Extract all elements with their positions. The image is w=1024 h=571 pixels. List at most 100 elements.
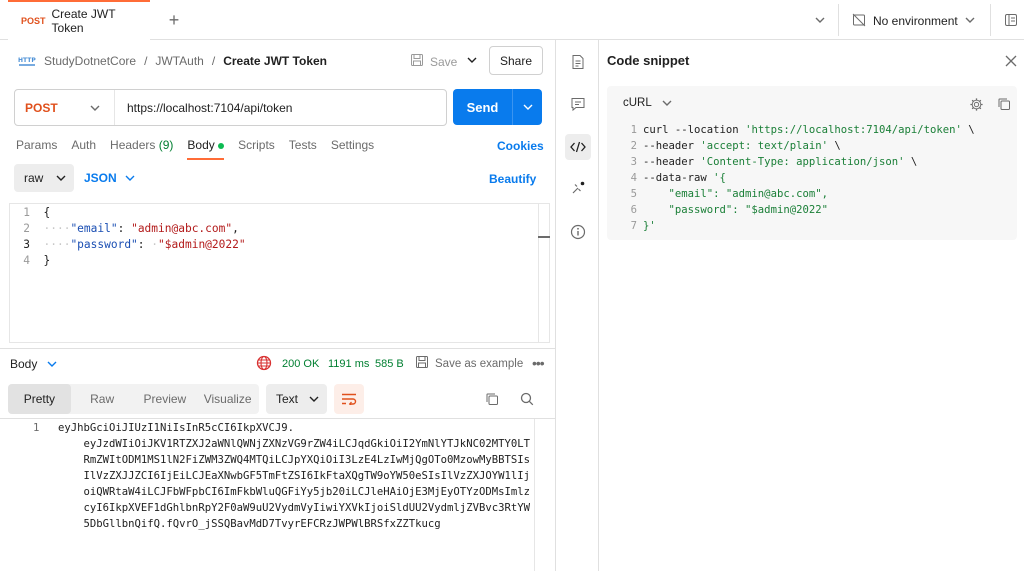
- editor-scrollbar[interactable]: [538, 204, 550, 343]
- related-collections-icon[interactable]: [566, 176, 590, 200]
- right-sidebar: [557, 40, 599, 571]
- snippet-code: \: [827, 140, 841, 152]
- response-time[interactable]: 1191 ms: [328, 358, 369, 370]
- beautify-link[interactable]: Beautify: [489, 172, 536, 186]
- snippet-language-select[interactable]: cURL: [623, 97, 672, 109]
- response-body-label: Body: [10, 357, 38, 371]
- line-number: 2: [630, 140, 637, 152]
- snippet-code: \: [961, 124, 975, 136]
- snippet-string: 'accept: text/plain': [700, 140, 828, 152]
- tab-params[interactable]: Params: [16, 138, 57, 160]
- scroll-marker: [538, 236, 550, 238]
- save-as-example-button[interactable]: Save as example: [415, 355, 523, 372]
- environment-label[interactable]: No environment: [873, 14, 958, 28]
- gear-icon[interactable]: [968, 96, 984, 112]
- wrap-lines-button[interactable]: [334, 384, 364, 414]
- snippet-code: --data-raw: [643, 172, 714, 184]
- no-environment-icon: [851, 12, 867, 28]
- snippet-string: "email": "admin@abc.com",: [668, 188, 828, 200]
- tab-scripts[interactable]: Scripts: [238, 138, 275, 160]
- tab-headers-label: Headers: [110, 138, 156, 152]
- code-line: 2 ····"email": "admin@abc.com",: [0, 221, 239, 237]
- json-colon: :: [137, 238, 152, 251]
- divider: [990, 4, 991, 36]
- copy-icon[interactable]: [484, 391, 500, 407]
- save-label: Save: [430, 54, 458, 69]
- tab-settings[interactable]: Settings: [331, 138, 374, 160]
- response-line: cyI6IkpXVEF1dGhlbnRpY2F0aW9uU2VydmVyIiwi…: [58, 502, 530, 514]
- json-value: "admin@abc.com": [131, 222, 233, 235]
- response-scrollbar[interactable]: [534, 419, 535, 571]
- share-button[interactable]: Share: [489, 46, 543, 75]
- breadcrumb-separator: /: [144, 54, 148, 68]
- divider: [838, 4, 839, 36]
- view-visualize[interactable]: Visualize: [196, 384, 259, 414]
- response-format-label: Text: [276, 392, 299, 406]
- send-options-chevron-icon[interactable]: [513, 89, 542, 125]
- view-preview[interactable]: Preview: [134, 384, 197, 414]
- environment-chevron-icon[interactable]: [962, 12, 978, 28]
- http-icon: HTTP: [18, 54, 36, 68]
- close-icon[interactable]: [1003, 53, 1019, 69]
- breadcrumb-root[interactable]: StudyDotnetCore: [44, 54, 136, 68]
- line-number: 4: [23, 254, 30, 267]
- globe-icon[interactable]: [256, 355, 272, 371]
- json-key: "password": [70, 238, 138, 251]
- breadcrumb-folder[interactable]: JWTAuth: [155, 54, 203, 68]
- tab-body[interactable]: Body: [187, 138, 225, 160]
- copy-icon[interactable]: [996, 96, 1012, 112]
- search-icon[interactable]: [519, 391, 535, 407]
- chevron-down-icon: [90, 105, 100, 111]
- request-tab[interactable]: POST Create JWT Token: [8, 0, 150, 40]
- snippet-string: 'Content-Type: application/json': [700, 156, 905, 168]
- code-text: {: [43, 206, 51, 219]
- more-options-icon[interactable]: •••: [532, 355, 545, 371]
- response-format-select[interactable]: Text: [266, 384, 327, 414]
- tab-headers[interactable]: Headers (9): [110, 138, 173, 160]
- body-type-select[interactable]: raw: [14, 164, 74, 192]
- method-select[interactable]: POST: [15, 90, 115, 125]
- info-icon[interactable]: [566, 220, 590, 244]
- send-label[interactable]: Send: [453, 89, 513, 125]
- json-comma: ,: [232, 222, 239, 235]
- snippet-line: 2 --header 'accept: text/plain' \: [627, 138, 841, 154]
- snippet-line: 1 curl --location 'https://localhost:7104…: [627, 122, 975, 138]
- language-select[interactable]: JSON: [84, 171, 135, 185]
- code-snippet-panel: cURL 1 curl --location 'https://localhost…: [607, 86, 1017, 240]
- comments-icon[interactable]: [566, 92, 590, 116]
- tab-tests[interactable]: Tests: [289, 138, 317, 160]
- line-number: 7: [630, 220, 637, 232]
- line-number: 2: [23, 222, 30, 235]
- new-tab-icon[interactable]: +: [164, 10, 184, 30]
- code-text: }: [43, 254, 51, 267]
- chevron-down-icon[interactable]: [812, 12, 828, 28]
- save-options-chevron-icon[interactable]: [459, 46, 484, 74]
- method-label: POST: [25, 100, 58, 115]
- url-input[interactable]: https://localhost:7104/api/token: [115, 101, 292, 115]
- view-pretty[interactable]: Pretty: [8, 384, 71, 414]
- breadcrumb-current[interactable]: Create JWT Token: [223, 54, 327, 68]
- cookies-link[interactable]: Cookies: [497, 139, 544, 153]
- snippet-code: [643, 188, 669, 200]
- chevron-down-icon: [309, 396, 319, 402]
- chevron-down-icon: [47, 361, 57, 367]
- code-snippet-icon[interactable]: [565, 134, 591, 160]
- snippet-string: 'https://localhost:7104/api/token': [745, 124, 962, 136]
- status-code[interactable]: 200 OK: [282, 358, 319, 370]
- environment-quick-look-icon[interactable]: [1003, 12, 1019, 28]
- chevron-down-icon: [125, 175, 135, 181]
- chevron-down-icon: [56, 175, 66, 181]
- divider: [0, 348, 556, 349]
- response-size[interactable]: 585 B: [375, 358, 404, 370]
- response-line: oiQWRtaW4iLCJFbWFpbCI6ImFkbWluQGFiYy5jb2…: [58, 486, 530, 498]
- send-button[interactable]: Send: [453, 89, 542, 125]
- save-icon: [410, 53, 424, 70]
- language-label: JSON: [84, 171, 117, 185]
- chevron-down-icon: [662, 100, 672, 106]
- response-body-select[interactable]: Body: [10, 357, 57, 371]
- documentation-icon[interactable]: [566, 50, 590, 74]
- tab-auth[interactable]: Auth: [71, 138, 96, 160]
- save-button[interactable]: Save: [410, 53, 457, 70]
- view-raw[interactable]: Raw: [71, 384, 134, 414]
- snippet-string: '{: [713, 172, 726, 184]
